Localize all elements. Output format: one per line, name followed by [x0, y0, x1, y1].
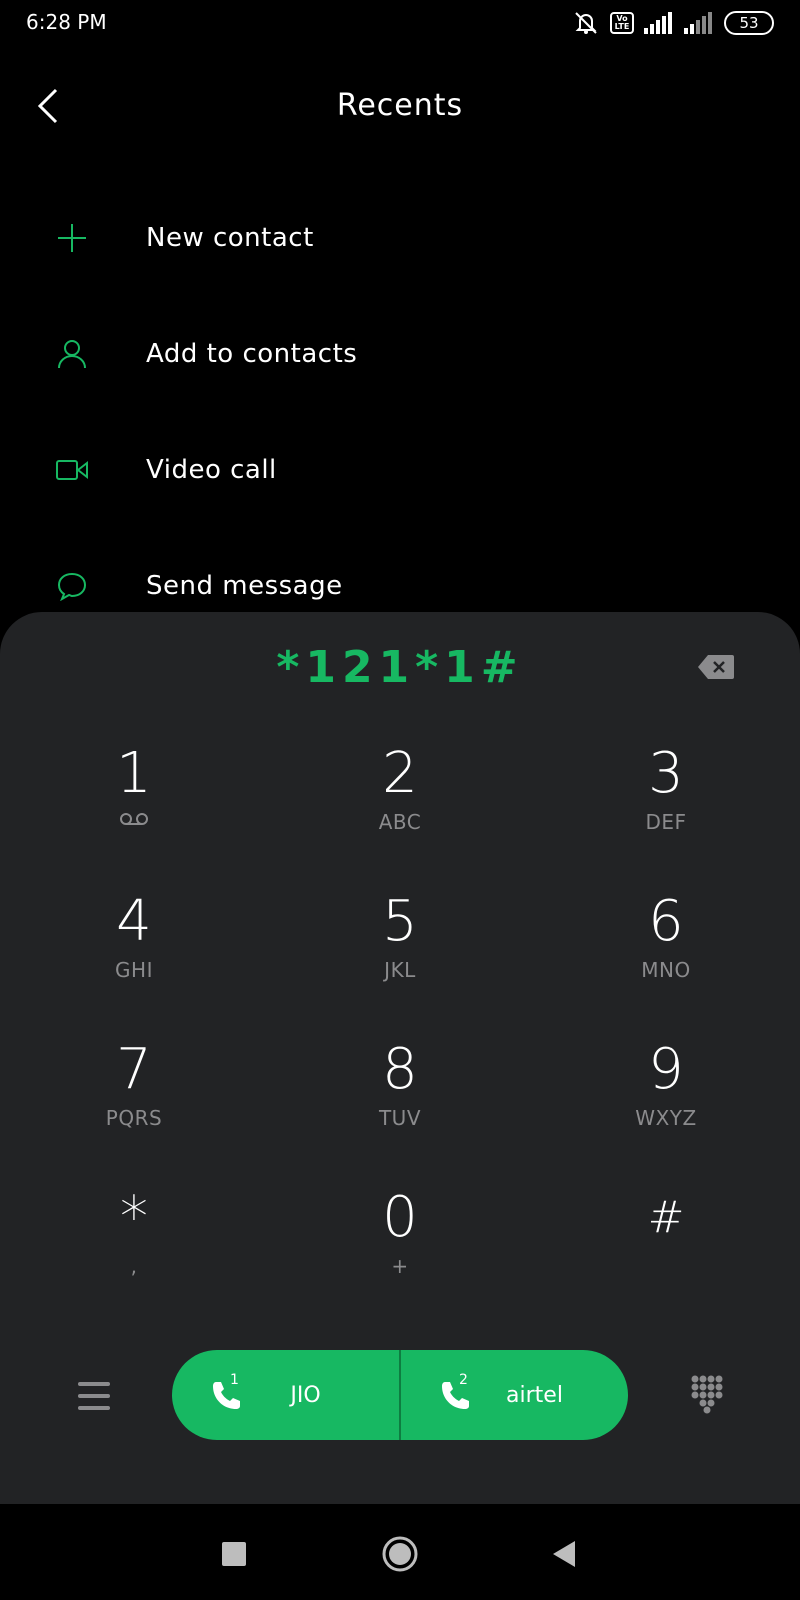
call-sim2-button[interactable]: 2 airtel	[399, 1350, 628, 1440]
call-sim1-button[interactable]: 1 JIO	[172, 1350, 399, 1440]
key-letters: GHI	[115, 958, 153, 982]
key-letters: DEF	[645, 810, 687, 834]
square-icon	[222, 1542, 246, 1566]
key-digit: 7	[116, 1037, 152, 1102]
status-time: 6:28 PM	[26, 10, 107, 34]
sim2-label: airtel	[506, 1382, 563, 1408]
person-icon	[54, 336, 90, 372]
key-letters: ,	[130, 1254, 138, 1278]
key-letters: ABC	[378, 810, 422, 834]
key-digit: 5	[382, 889, 418, 954]
key-2[interactable]: 2 ABC	[310, 742, 490, 862]
key-1[interactable]: 1	[44, 742, 224, 862]
key-digit: 3	[648, 741, 684, 806]
key-letters: JKL	[384, 958, 416, 982]
add-to-contacts-label: Add to contacts	[146, 339, 358, 369]
status-bar: 6:28 PM Vo LTE 53	[0, 0, 800, 48]
battery-icon: 53	[724, 11, 774, 35]
key-4[interactable]: 4 GHI	[44, 890, 224, 1010]
voicemail-icon	[120, 813, 148, 825]
circle-icon	[382, 1536, 418, 1572]
new-contact-action[interactable]: New contact	[0, 180, 800, 296]
home-nav-button[interactable]	[380, 1534, 420, 1574]
mute-icon	[575, 12, 597, 34]
add-to-contacts-action[interactable]: Add to contacts	[0, 296, 800, 412]
key-7[interactable]: 7 PQRS	[44, 1038, 224, 1158]
key-letters: WXYZ	[635, 1106, 697, 1130]
key-digit: 0	[382, 1185, 418, 1250]
key-3[interactable]: 3 DEF	[576, 742, 756, 862]
key-digit: 6	[648, 889, 684, 954]
key-9[interactable]: 9 WXYZ	[576, 1038, 756, 1158]
signal-icon	[644, 12, 672, 34]
key-digit: 4	[116, 889, 152, 954]
key-letters: PQRS	[105, 1106, 163, 1130]
key-8[interactable]: 8 TUV	[310, 1038, 490, 1158]
sim1-label: JIO	[290, 1382, 321, 1408]
key-0[interactable]: 0 +	[310, 1186, 490, 1306]
key-star[interactable]: * ,	[44, 1186, 224, 1306]
key-digit: #	[647, 1192, 685, 1243]
key-letters: +	[391, 1254, 409, 1278]
video-call-label: Video call	[146, 455, 277, 485]
back-nav-button[interactable]	[544, 1534, 584, 1574]
top-bar: Recents	[0, 76, 800, 136]
status-icons: Vo LTE 53	[572, 10, 774, 36]
key-hash[interactable]: #	[576, 1186, 756, 1306]
key-digit: 1	[116, 741, 152, 806]
dialed-number[interactable]: *121*1#	[0, 642, 800, 693]
key-digit: 8	[382, 1037, 418, 1102]
video-icon	[54, 452, 90, 488]
action-list: New contact Add to contacts Video call S…	[0, 180, 800, 644]
backspace-icon[interactable]	[698, 654, 734, 680]
signal-icon	[684, 12, 712, 34]
key-letters: TUV	[378, 1106, 422, 1130]
volte-icon: Vo LTE	[610, 12, 634, 34]
triangle-back-icon	[553, 1541, 575, 1567]
call-buttons: 1 JIO 2 airtel	[172, 1350, 628, 1440]
key-6[interactable]: 6 MNO	[576, 890, 756, 1010]
key-digit: 9	[648, 1037, 684, 1102]
video-call-action[interactable]: Video call	[0, 412, 800, 528]
plus-icon	[54, 220, 90, 256]
dialpad-toggle-icon[interactable]	[690, 1374, 724, 1414]
key-5[interactable]: 5 JKL	[310, 890, 490, 1010]
page-title: Recents	[336, 88, 464, 123]
call-controls: 1 JIO 2 airtel	[0, 1350, 800, 1442]
new-contact-label: New contact	[146, 223, 314, 253]
key-digit: *	[120, 1185, 148, 1250]
chat-bubble-icon	[54, 568, 90, 604]
recents-nav-button[interactable]	[214, 1534, 254, 1574]
system-nav-bar	[0, 1504, 800, 1600]
menu-icon[interactable]	[74, 1378, 114, 1414]
key-letters: MNO	[641, 958, 691, 982]
dialpad-sheet: *121*1# 1 2 ABC 3 DEF 4 GHI 5 JKL 6 MNO …	[0, 612, 800, 1504]
send-message-label: Send message	[146, 571, 343, 601]
key-digit: 2	[382, 741, 418, 806]
